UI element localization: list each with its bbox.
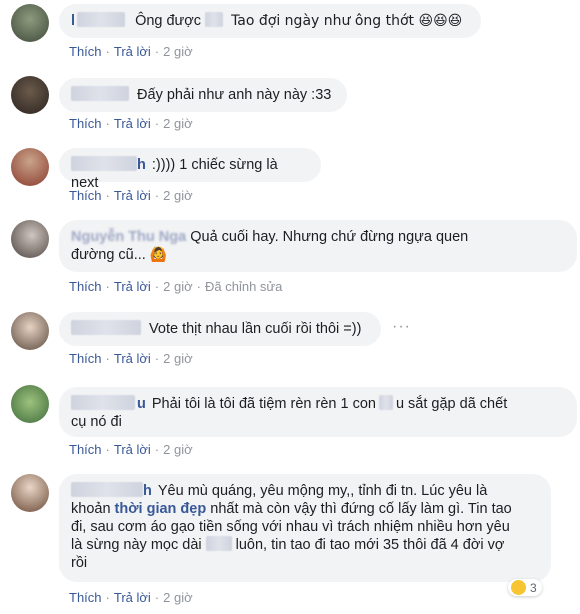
reply-link[interactable]: Trả lời bbox=[114, 351, 151, 366]
redacted-name bbox=[77, 12, 126, 27]
comment-text-line-2: cụ nó đi bbox=[71, 414, 122, 430]
like-link[interactable]: Thích bbox=[69, 442, 102, 457]
comment-actions: Thích · Trả lời · 2 giờ bbox=[69, 442, 193, 457]
comment-actions: Thích · Trả lời · 2 giờ · Đã chỉnh sửa bbox=[69, 279, 283, 294]
comment-author[interactable]: u bbox=[137, 396, 146, 412]
like-link[interactable]: Thích bbox=[69, 351, 102, 366]
timestamp[interactable]: 2 giờ bbox=[163, 351, 193, 366]
edited-label[interactable]: Đã chỉnh sửa bbox=[205, 279, 282, 294]
reaction-badge[interactable]: 3 bbox=[508, 579, 542, 596]
comment-author[interactable]: h bbox=[143, 483, 152, 499]
like-link[interactable]: Thích bbox=[69, 188, 102, 203]
redacted-text bbox=[205, 12, 224, 27]
comment-text: Phải tôi là tôi đã tiệm rèn rèn 1 con bbox=[151, 396, 376, 412]
comment-text: Quả cuối hay. Nhưng chứ đừng ngựa quen bbox=[190, 229, 469, 245]
comment-bubble: u Phải tôi là tôi đã tiệm rèn rèn 1 con u… bbox=[59, 387, 577, 437]
timestamp[interactable]: 2 giờ bbox=[163, 188, 193, 203]
comment-actions: Thích · Trả lời · 2 giờ bbox=[69, 351, 193, 366]
comment-text-line-3: đi, sau cơm áo gạo tiền sống với nhau vì… bbox=[71, 519, 510, 535]
reply-link[interactable]: Trả lời bbox=[114, 116, 151, 131]
avatar[interactable] bbox=[11, 385, 49, 423]
reply-link[interactable]: Trả lời bbox=[114, 44, 151, 59]
avatar[interactable] bbox=[11, 4, 49, 42]
comment-author[interactable]: Nguyễn Thu Nga bbox=[71, 229, 186, 245]
redacted-name bbox=[71, 482, 143, 497]
reply-link[interactable]: Trả lời bbox=[114, 442, 151, 457]
comment-text-line-2a: khoản bbox=[71, 501, 111, 517]
redacted-name bbox=[71, 86, 129, 101]
comment-actions: Thích · Trả lời · 2 giờ bbox=[69, 590, 193, 605]
comment-bubble: l Ông được Tao đợi ngày như ông thớt 😆😆😆 bbox=[59, 4, 481, 38]
comment-actions: Thích · Trả lời · 2 giờ bbox=[69, 116, 193, 131]
comment-actions: Thích · Trả lời · 2 giờ bbox=[69, 188, 193, 203]
haha-reaction-icon bbox=[511, 580, 526, 595]
comment-bubble: Nguyễn Thu Nga Quả cuối hay. Nhưng chứ đ… bbox=[59, 220, 577, 272]
timestamp[interactable]: 2 giờ bbox=[163, 44, 193, 59]
comment-bubble: h :)))) 1 chiếc sừng là next bbox=[59, 148, 321, 191]
hashtag-link[interactable]: thời gian đẹp bbox=[115, 501, 207, 517]
comment-text: Ông được bbox=[135, 13, 202, 29]
comment-author[interactable]: h bbox=[137, 157, 146, 173]
comment-text-line-5: rồi bbox=[71, 555, 88, 571]
gesture-emoji: 🙆 bbox=[149, 247, 168, 263]
comment-author[interactable]: l bbox=[71, 13, 75, 29]
comment-text-line-1: Yêu mù quáng, yêu mộng my,, tỉnh đi tn. … bbox=[157, 483, 488, 499]
redacted-name bbox=[71, 156, 137, 171]
reply-link[interactable]: Trả lời bbox=[114, 590, 151, 605]
timestamp[interactable]: 2 giờ bbox=[163, 590, 193, 605]
timestamp[interactable]: 2 giờ bbox=[163, 279, 193, 294]
comment-text: Vote thịt nhau lần cuối rồi thôi =)) bbox=[149, 321, 362, 337]
avatar[interactable] bbox=[11, 76, 49, 114]
comment-text-2: Tao đợi ngày như ông thớt 😆😆😆 bbox=[231, 13, 463, 29]
timestamp[interactable]: 2 giờ bbox=[163, 116, 193, 131]
avatar[interactable] bbox=[11, 148, 49, 186]
reply-link[interactable]: Trả lời bbox=[114, 279, 151, 294]
comment-actions: Thích · Trả lời · 2 giờ bbox=[69, 44, 193, 59]
comment-bubble: Đấy phải như anh này này :33 bbox=[59, 78, 347, 112]
comment-text-b: u sắt gặp dã chết bbox=[395, 396, 508, 412]
comment-text-line-4b: luôn, tin tao đi tao mới 35 thôi đã 4 đờ… bbox=[235, 537, 505, 553]
redacted-text bbox=[378, 395, 393, 410]
reply-link[interactable]: Trả lời bbox=[114, 188, 151, 203]
like-link[interactable]: Thích bbox=[69, 44, 102, 59]
like-link[interactable]: Thích bbox=[69, 590, 102, 605]
comment-bubble: Vote thịt nhau lần cuối rồi thôi =)) bbox=[59, 312, 381, 346]
comment-text: Đấy phải như anh này này :33 bbox=[137, 87, 332, 103]
like-link[interactable]: Thích bbox=[69, 116, 102, 131]
comment-bubble: h Yêu mù quáng, yêu mộng my,, tỉnh đi tn… bbox=[59, 474, 551, 582]
comment-text-line-2b: nhất mà còn vậy thì đứng cố lấy làm gì. … bbox=[210, 501, 512, 517]
redacted-text bbox=[205, 536, 232, 551]
comment-text-line-4a: là sừng này mọc dài bbox=[71, 537, 202, 553]
comment-text-line-2: đường cũ... bbox=[71, 247, 146, 263]
avatar[interactable] bbox=[11, 312, 49, 350]
reaction-count: 3 bbox=[530, 580, 537, 595]
like-link[interactable]: Thích bbox=[69, 279, 102, 294]
more-options-icon[interactable]: ··· bbox=[392, 318, 411, 336]
avatar[interactable] bbox=[11, 474, 49, 512]
redacted-name bbox=[71, 320, 141, 335]
timestamp[interactable]: 2 giờ bbox=[163, 442, 193, 457]
avatar[interactable] bbox=[11, 220, 49, 258]
redacted-name bbox=[71, 395, 135, 410]
